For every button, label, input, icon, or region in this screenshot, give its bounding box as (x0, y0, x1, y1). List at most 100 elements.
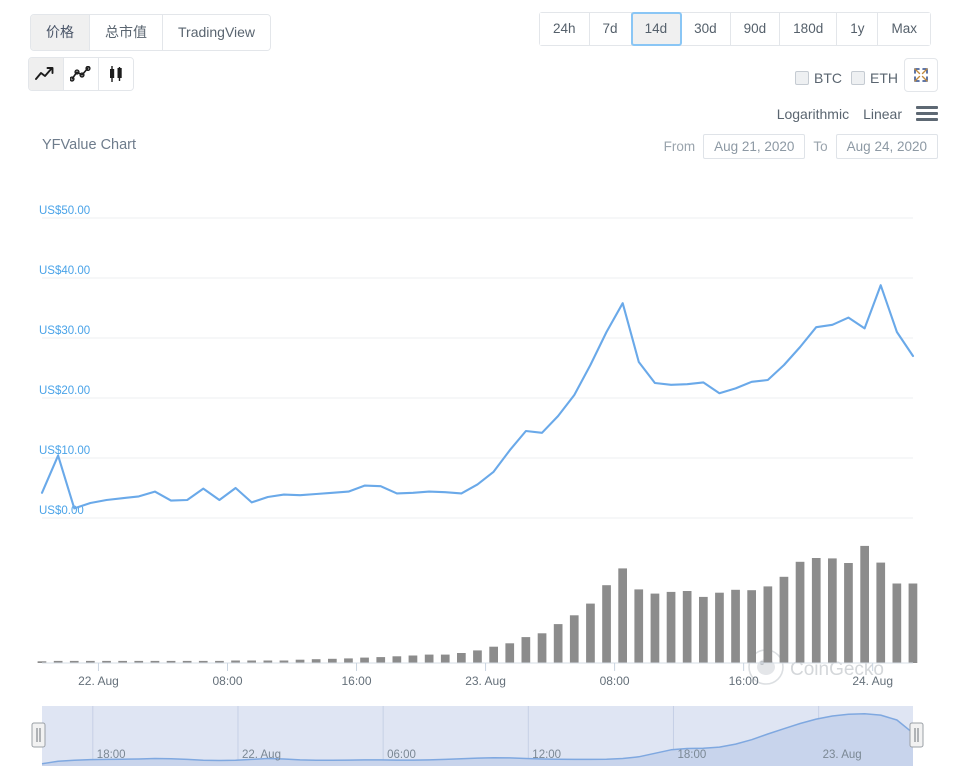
y-axis-labels: US$50.00US$40.00US$30.00US$20.00US$10.00… (39, 205, 90, 517)
y-axis-tick-label: US$50.00 (39, 205, 90, 217)
tab-tradingview[interactable]: TradingView (163, 15, 270, 50)
volume-bar (344, 658, 353, 663)
volume-bar (812, 558, 821, 663)
volume-bar (425, 655, 434, 663)
range-max[interactable]: Max (878, 13, 930, 45)
volume-bar (634, 589, 643, 663)
volume-bar (473, 650, 482, 663)
date-to-input[interactable]: Aug 24, 2020 (836, 134, 938, 159)
volume-bar (780, 577, 789, 663)
volume-bar (618, 568, 627, 663)
chart-type-scatter-button[interactable] (64, 58, 99, 90)
navigator-tick-label: 23. Aug (823, 749, 862, 761)
range-24h[interactable]: 24h (540, 13, 590, 45)
volume-bar (360, 658, 369, 663)
volume-bar (538, 633, 547, 663)
volume-bar (667, 592, 676, 663)
hamburger-line (916, 118, 938, 121)
volume-bar (312, 659, 321, 663)
navigator-tick-label: 22. Aug (242, 749, 281, 761)
volume-bar (893, 584, 902, 664)
volume-bar (409, 656, 418, 664)
y-axis-tick-label: US$30.00 (39, 325, 90, 337)
chart-type-line-button[interactable] (29, 58, 64, 90)
navigator-tick-label: 18:00 (97, 749, 126, 761)
volume-bar (828, 558, 837, 663)
eth-checkbox-box[interactable] (851, 71, 865, 85)
scatter-line-icon (70, 66, 92, 82)
x-axis-ticks (98, 663, 872, 671)
range-30d[interactable]: 30d (681, 13, 731, 45)
view-tab-group: 价格 总市值 TradingView (30, 14, 271, 51)
x-axis-tick-label: 16:00 (729, 674, 759, 688)
tab-market-cap[interactable]: 总市值 (90, 15, 163, 50)
candlestick-icon (106, 65, 126, 83)
date-from-input[interactable]: Aug 21, 2020 (703, 134, 805, 159)
navigator-tick-label: 06:00 (387, 749, 416, 761)
eth-checkbox[interactable]: ETH (851, 70, 898, 86)
scale-logarithmic-link[interactable]: Logarithmic (777, 106, 849, 122)
range-90d[interactable]: 90d (731, 13, 781, 45)
fullscreen-expand-icon (913, 67, 929, 83)
volume-bar (796, 562, 805, 663)
x-axis-labels: 22. Aug08:0016:0023. Aug08:0016:0024. Au… (78, 674, 893, 688)
x-axis-tick-label: 24. Aug (852, 674, 893, 688)
volume-bar (393, 656, 402, 663)
y-axis-tick-label: US$20.00 (39, 385, 90, 397)
page-title: YFValue Chart (42, 137, 136, 153)
navigator-tick-label: 12:00 (532, 749, 561, 761)
volume-bar (747, 590, 756, 663)
volume-bar (457, 653, 466, 663)
time-range-group: 24h 7d 14d 30d 90d 180d 1y Max (539, 12, 931, 46)
volume-bar (683, 591, 692, 663)
coin-compare-toggles: BTC ETH (795, 70, 898, 86)
x-axis-tick-label: 23. Aug (465, 674, 506, 688)
tab-price[interactable]: 价格 (31, 15, 90, 50)
volume-bar (328, 659, 337, 663)
volume-bar (554, 624, 563, 663)
price-plot-area: US$50.00US$40.00US$30.00US$20.00US$10.00… (39, 205, 913, 518)
y-axis-tick-label: US$40.00 (39, 265, 90, 277)
chart-type-candlestick-button[interactable] (99, 58, 133, 90)
range-7d[interactable]: 7d (590, 13, 632, 45)
volume-bar (764, 586, 773, 663)
chart-canvas[interactable]: US$50.00US$40.00US$30.00US$20.00US$10.00… (0, 170, 956, 700)
chart-header: 价格 总市值 TradingView (0, 0, 956, 132)
x-axis-tick-label: 08:00 (212, 674, 242, 688)
fullscreen-button[interactable] (904, 58, 938, 92)
hamburger-menu-icon[interactable] (916, 104, 938, 123)
navigator-left-handle[interactable] (32, 723, 45, 747)
date-from-label: From (664, 139, 696, 154)
eth-checkbox-label: ETH (870, 70, 898, 86)
btc-checkbox-label: BTC (814, 70, 842, 86)
volume-bar (876, 563, 885, 663)
range-180d[interactable]: 180d (780, 13, 837, 45)
price-line-series (42, 285, 913, 508)
range-14d[interactable]: 14d (632, 13, 682, 45)
volume-bar (860, 546, 869, 663)
volume-bar (651, 594, 660, 663)
x-axis-tick-label: 22. Aug (78, 674, 119, 688)
btc-checkbox[interactable]: BTC (795, 70, 842, 86)
volume-bar (522, 637, 531, 663)
volume-bar (489, 647, 498, 663)
navigator-right-handle[interactable] (910, 723, 923, 747)
volume-bar (699, 597, 708, 663)
volume-plot-area (38, 546, 918, 663)
volume-bar (731, 590, 740, 663)
range-navigator[interactable]: 18:0022. Aug06:0012:0018:0023. Aug (32, 706, 923, 766)
chart-type-group (28, 57, 134, 91)
line-arrow-icon (35, 66, 57, 82)
volume-bar (844, 563, 853, 663)
btc-checkbox-box[interactable] (795, 71, 809, 85)
scale-linear-link[interactable]: Linear (863, 106, 902, 122)
price-volume-chart[interactable]: US$50.00US$40.00US$30.00US$20.00US$10.00… (0, 170, 956, 770)
volume-bar (570, 615, 579, 663)
x-axis-tick-label: 08:00 (600, 674, 630, 688)
hamburger-line (916, 112, 938, 115)
volume-bar (505, 643, 514, 663)
volume-bar (715, 593, 724, 663)
range-1y[interactable]: 1y (837, 13, 878, 45)
volume-bar (586, 604, 595, 663)
volume-bar (602, 585, 611, 663)
